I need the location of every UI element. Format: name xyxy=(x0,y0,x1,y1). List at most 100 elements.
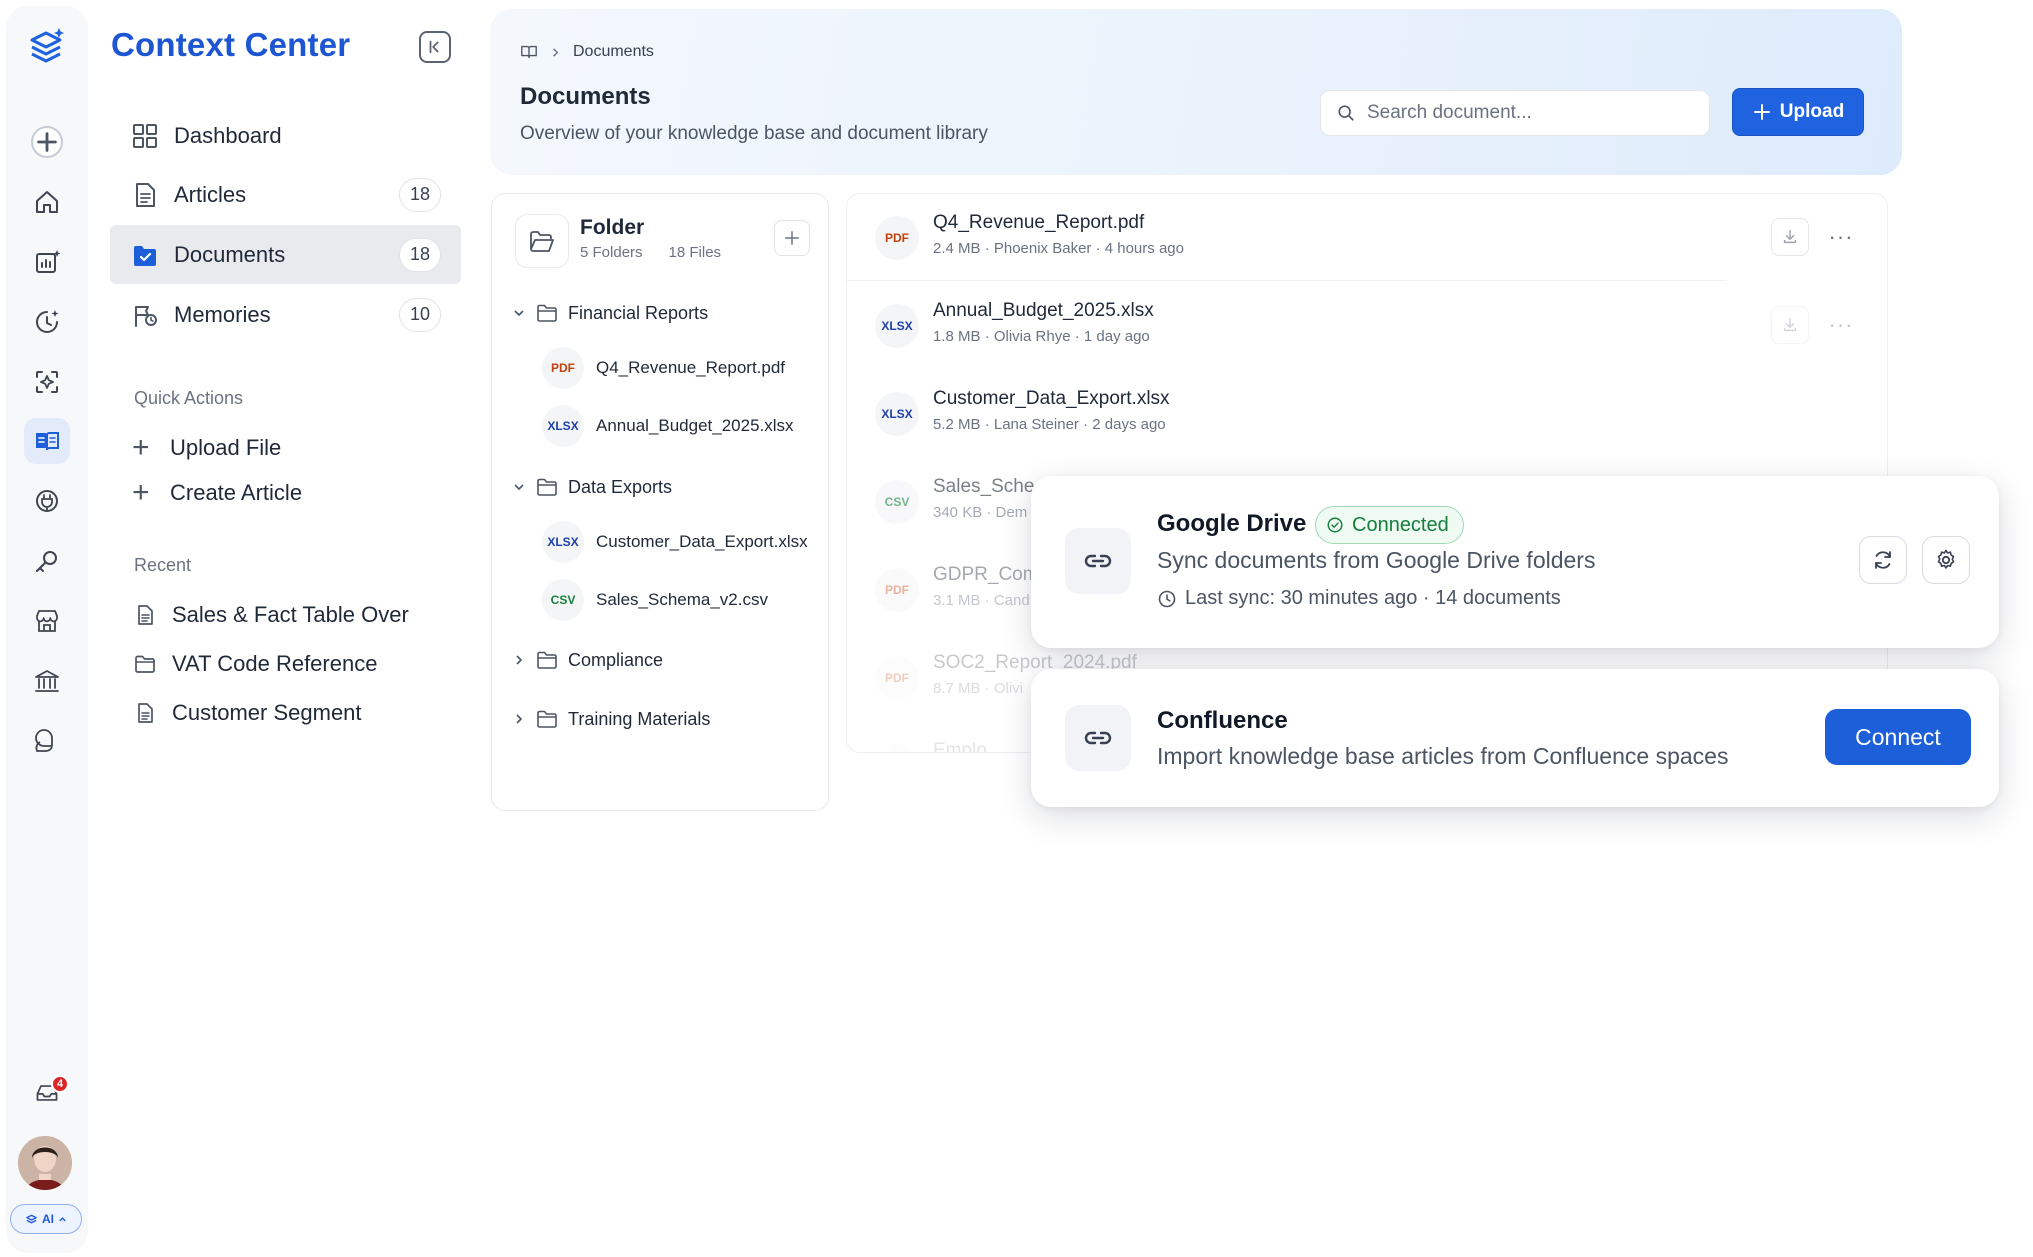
more-options-button[interactable]: ··· xyxy=(1825,218,1857,256)
ai-scan-icon xyxy=(36,371,58,393)
tools-icon xyxy=(35,551,57,573)
sidebar-item-label: Memories xyxy=(174,301,271,327)
quick-action-label: Upload File xyxy=(170,435,282,460)
gear-icon xyxy=(1937,549,1955,569)
store-button[interactable] xyxy=(24,598,70,644)
folder-training-materials[interactable]: Training Materials xyxy=(512,708,710,730)
new-button[interactable] xyxy=(24,119,70,165)
history-button[interactable] xyxy=(24,299,70,345)
document-name: Customer_Data_Export.xlsx xyxy=(933,388,1170,409)
upload-file-action[interactable]: + Upload File xyxy=(132,433,281,463)
tree-file-item[interactable]: CSV Sales_Schema_v2.csv xyxy=(542,579,768,621)
ai-stack-icon xyxy=(26,1214,37,1223)
ellipsis-icon: ··· xyxy=(1828,224,1854,249)
document-name: Emplo xyxy=(933,740,987,753)
download-button[interactable] xyxy=(1771,218,1809,256)
analytics-button[interactable] xyxy=(24,239,70,285)
document-meta: 8.7 MB · Olivi xyxy=(933,680,1024,697)
document-meta: 1.8 MB · Olivia Rhye · 1 day ago xyxy=(933,328,1150,345)
ai-chip-label: AI xyxy=(42,1212,54,1226)
upload-button[interactable]: Upload xyxy=(1732,88,1864,136)
tree-file-name: Annual_Budget_2025.xlsx xyxy=(596,416,794,435)
ai-scan-button[interactable] xyxy=(24,359,70,405)
folder-data-exports[interactable]: Data Exports xyxy=(512,476,672,498)
context-center-button[interactable] xyxy=(24,418,70,464)
support-button[interactable] xyxy=(24,718,70,764)
create-article-action[interactable]: + Create Article xyxy=(132,478,302,508)
sync-button[interactable] xyxy=(1859,536,1907,584)
status-label: Connected xyxy=(1352,513,1449,536)
chevron-down-icon xyxy=(514,484,524,491)
folder-financial-reports[interactable]: Financial Reports xyxy=(512,302,708,324)
sidebar-item-memories[interactable]: Memories 10 xyxy=(110,285,461,344)
article-icon xyxy=(130,180,160,210)
recent-item-label: Sales & Fact Table Over xyxy=(172,602,409,627)
search-box[interactable] xyxy=(1320,90,1710,136)
connect-button[interactable]: Connect xyxy=(1825,709,1971,765)
recent-item[interactable]: Customer Segment xyxy=(134,700,424,726)
tree-file-item[interactable]: XLSX Annual_Budget_2025.xlsx xyxy=(542,405,794,447)
search-input[interactable] xyxy=(1367,102,1667,124)
sidebar-item-dashboard[interactable]: Dashboard xyxy=(110,106,461,165)
history-icon xyxy=(36,310,59,333)
plugin-button[interactable] xyxy=(24,478,70,524)
chevron-right-icon xyxy=(553,47,559,57)
bank-button[interactable] xyxy=(24,658,70,704)
xlsx-file-icon: XLSX xyxy=(542,405,584,447)
folders-count: 5 Folders xyxy=(580,244,643,261)
add-folder-button[interactable] xyxy=(774,220,810,256)
search-icon xyxy=(1338,105,1354,121)
download-button[interactable] xyxy=(1771,306,1809,344)
plus-icon xyxy=(31,126,63,158)
csv-file-icon: CSV xyxy=(542,579,584,621)
integration-name: Google Drive xyxy=(1157,510,1307,537)
context-book-icon xyxy=(36,432,59,451)
breadcrumb-current[interactable]: Documents xyxy=(573,43,654,61)
folder-compliance[interactable]: Compliance xyxy=(512,649,663,671)
integration-settings-button[interactable] xyxy=(1922,536,1970,584)
quick-action-label: Create Article xyxy=(170,480,303,505)
home-button[interactable] xyxy=(24,179,70,225)
link-icon xyxy=(1065,528,1131,594)
memories-flag-icon xyxy=(130,300,160,330)
sidebar-title: Context Center xyxy=(111,26,351,63)
document-row[interactable]: XLSX Customer_Data_Export.xlsx 5.2 MB · … xyxy=(847,370,1747,458)
tree-file-name: Sales_Schema_v2.csv xyxy=(596,590,768,609)
row-divider xyxy=(847,280,1727,281)
chevron-up-icon xyxy=(59,1216,66,1221)
plus-icon xyxy=(784,230,800,246)
tools-button[interactable] xyxy=(24,538,70,584)
more-options-button[interactable]: ··· xyxy=(1825,306,1857,344)
chevron-right-icon xyxy=(516,655,523,665)
plus-icon: + xyxy=(132,431,150,464)
document-icon xyxy=(134,604,158,626)
sidebar-item-documents[interactable]: Documents 18 xyxy=(110,225,461,284)
home-icon xyxy=(36,191,58,213)
recent-item[interactable]: Sales & Fact Table Over xyxy=(134,602,424,628)
refresh-icon xyxy=(1875,551,1891,569)
folder-panel-title: Folder xyxy=(580,216,645,239)
articles-count-badge: 18 xyxy=(399,177,441,212)
ai-assistant-toggle[interactable]: AI xyxy=(10,1204,82,1234)
tree-file-item[interactable]: XLSX Customer_Data_Export.xlsx xyxy=(542,521,825,563)
folder-stats: 5 Folders 18 Files xyxy=(580,244,721,261)
document-row[interactable]: PDF Q4_Revenue_Report.pdf 2.4 MB · Phoen… xyxy=(847,194,1747,282)
recent-item[interactable]: VAT Code Reference xyxy=(134,651,424,677)
sidebar-item-label: Documents xyxy=(174,241,286,267)
collapse-left-icon xyxy=(429,40,439,54)
document-name: GDPR_Com xyxy=(933,564,1039,585)
user-avatar[interactable] xyxy=(18,1136,72,1190)
sidebar-item-articles[interactable]: Articles 18 xyxy=(110,165,461,224)
memories-count-badge: 10 xyxy=(399,297,441,332)
document-meta: 2.4 MB · Phoenix Baker · 4 hours ago xyxy=(933,240,1184,257)
document-name: Sales_Sche xyxy=(933,476,1035,497)
clock-icon xyxy=(1158,590,1176,607)
page-title: Documents xyxy=(520,83,651,110)
document-row[interactable]: XLSX Annual_Budget_2025.xlsx 1.8 MB · Ol… xyxy=(847,282,1747,370)
plus-icon: + xyxy=(132,476,150,509)
logo-icon[interactable] xyxy=(26,26,66,70)
collapse-sidebar-button[interactable] xyxy=(419,31,451,63)
document-icon xyxy=(134,702,158,724)
folder-icon xyxy=(134,653,158,675)
tree-file-item[interactable]: PDF Q4_Revenue_Report.pdf xyxy=(542,347,785,389)
